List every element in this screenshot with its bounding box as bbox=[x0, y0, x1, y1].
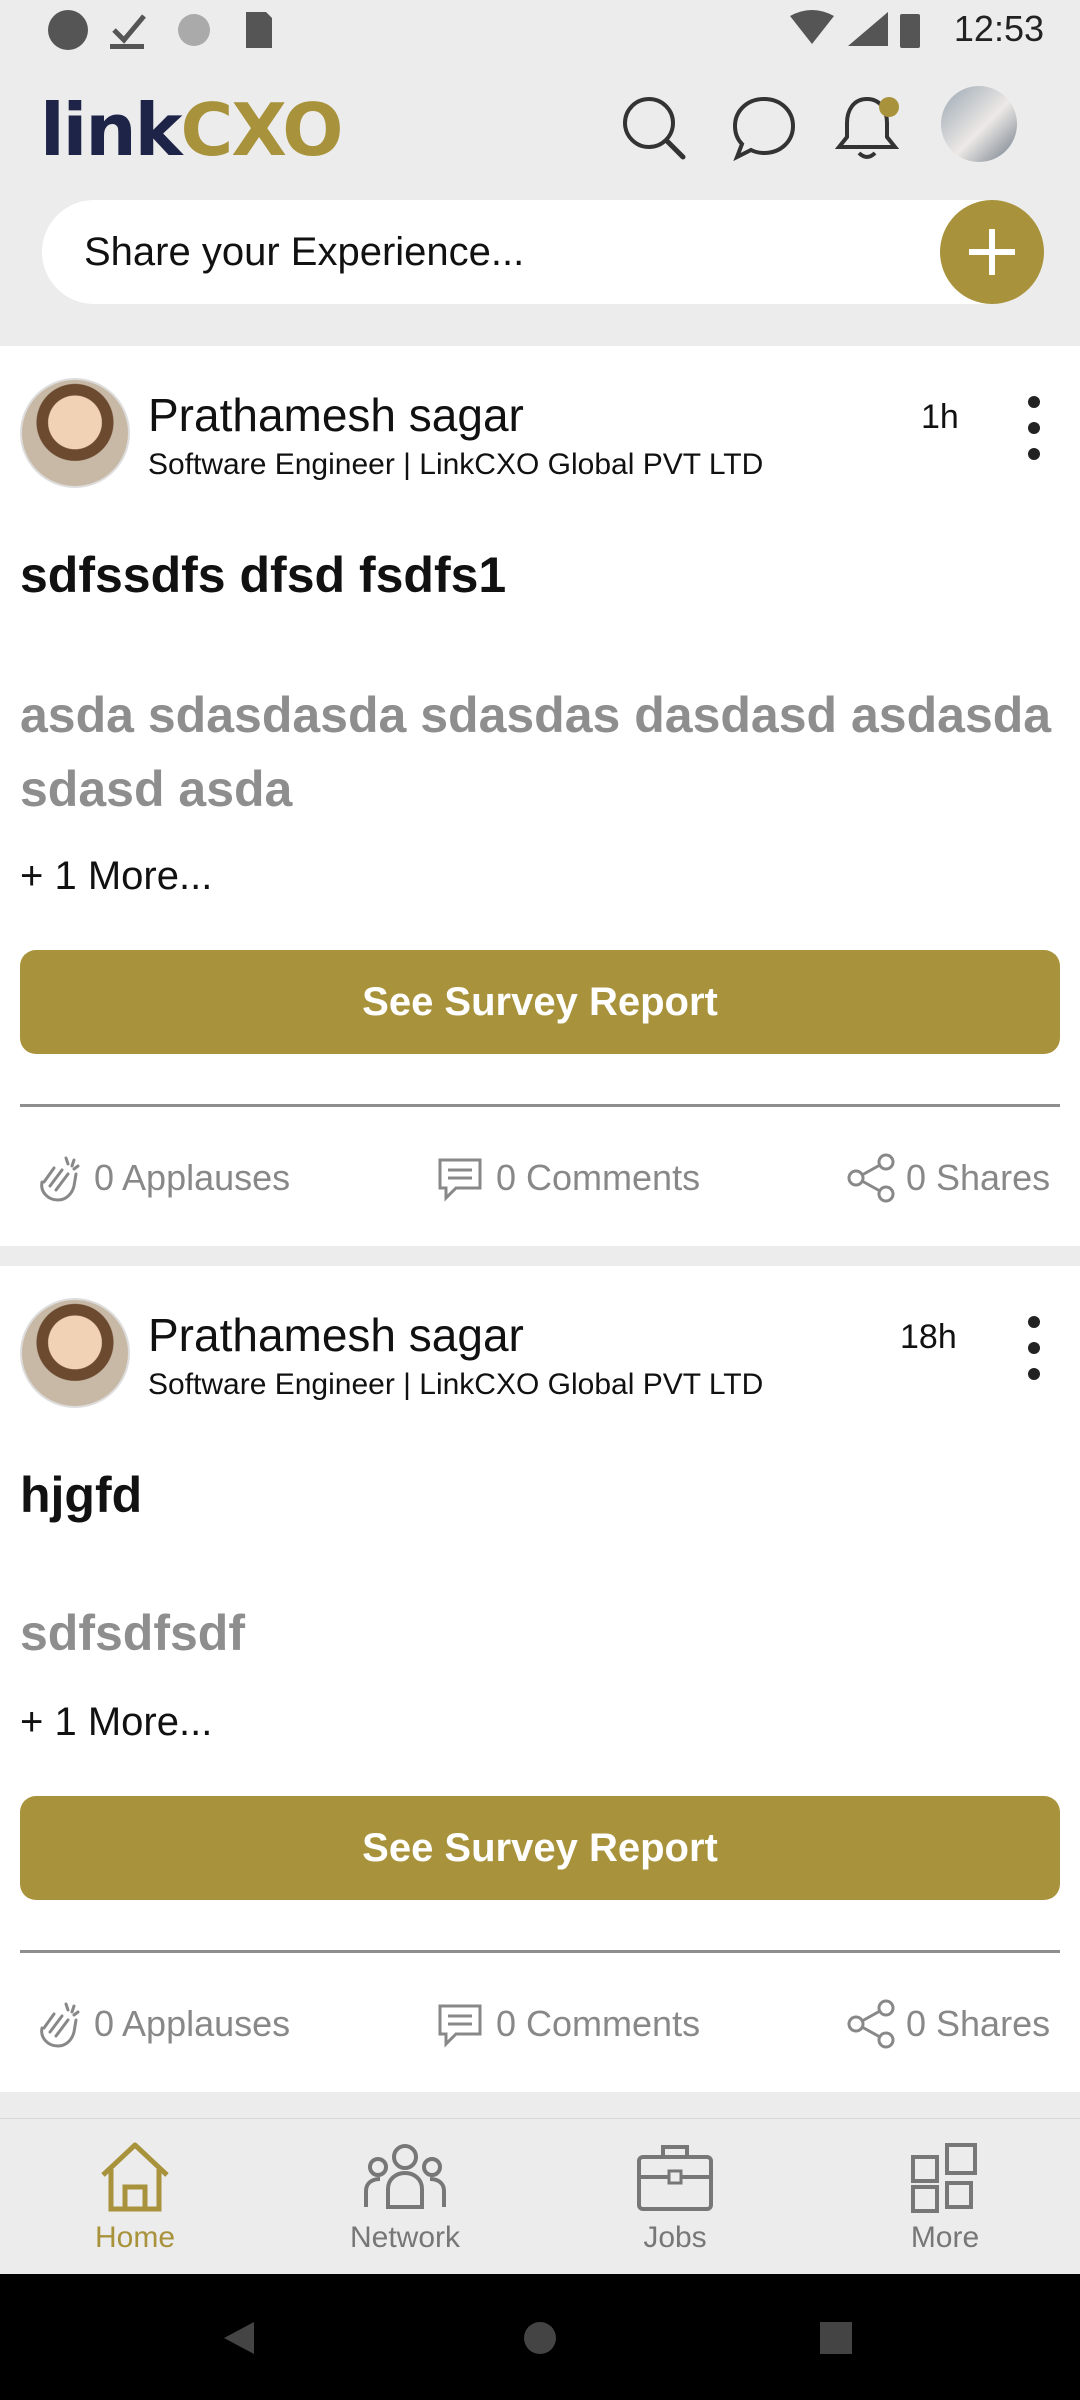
nav-home-label: Home bbox=[94, 2221, 176, 2254]
grid-icon bbox=[911, 2143, 977, 2213]
profile-avatar[interactable] bbox=[941, 86, 1017, 162]
nav-jobs[interactable]: Jobs bbox=[575, 2137, 775, 2267]
divider bbox=[20, 1950, 1060, 1953]
share-experience-input[interactable]: Share your Experience... bbox=[42, 200, 1044, 304]
bell-icon bbox=[834, 96, 900, 159]
divider bbox=[20, 1104, 1060, 1107]
more-options-link[interactable]: + 1 More... bbox=[20, 1700, 212, 1745]
comment-icon bbox=[438, 1158, 482, 1202]
share-button[interactable]: 0 Shares bbox=[846, 1152, 1050, 1204]
applause-count: 0 Applauses bbox=[94, 1157, 291, 1198]
share-count: 0 Shares bbox=[906, 1157, 1051, 1198]
signal-icons bbox=[790, 10, 920, 48]
applause-count: 0 Applauses bbox=[94, 2003, 291, 2044]
post-body: asda sdasdasda sdasdas dasdasd asdasda s… bbox=[20, 687, 1052, 817]
comment-button[interactable]: 0 Comments bbox=[434, 1152, 700, 1204]
share-button[interactable]: 0 Shares bbox=[846, 1998, 1050, 2050]
logo-text-cxo: CXO bbox=[180, 88, 344, 172]
comment-count: 0 Comments bbox=[496, 1157, 701, 1198]
linkcxo-logo[interactable]: linkCXO bbox=[40, 88, 344, 172]
clap-icon bbox=[40, 2002, 80, 2048]
share-icon bbox=[847, 1153, 895, 1203]
status-time: 12:53 bbox=[953, 8, 1044, 49]
post-time: 1h bbox=[921, 398, 959, 436]
author-avatar[interactable] bbox=[20, 1298, 130, 1408]
share-icon bbox=[847, 1999, 895, 2049]
see-survey-report-button[interactable]: See Survey Report bbox=[20, 1796, 1060, 1900]
applause-button[interactable]: 0 Applauses bbox=[32, 1998, 290, 2050]
comment-button[interactable]: 0 Comments bbox=[434, 1998, 700, 2050]
search-button[interactable] bbox=[612, 86, 696, 170]
post-card: Prathamesh sagar Software Engineer | Lin… bbox=[0, 346, 1080, 1246]
messages-button[interactable] bbox=[722, 86, 806, 170]
applause-button[interactable]: 0 Applauses bbox=[32, 1152, 290, 1204]
post-title: hjgfd bbox=[20, 1467, 143, 1523]
post-title: sdfssdfs dfsd fsdfs1 bbox=[20, 547, 507, 603]
nav-home[interactable]: Home bbox=[35, 2137, 235, 2267]
nav-network[interactable]: Network bbox=[305, 2137, 505, 2267]
notifications-button[interactable] bbox=[826, 86, 910, 170]
post-time: 18h bbox=[900, 1318, 957, 1356]
system-navigation-bar bbox=[0, 2274, 1080, 2400]
create-post-button[interactable] bbox=[940, 200, 1044, 304]
bottom-navigation: Home Network Jobs More bbox=[0, 2118, 1080, 2275]
post-card: Prathamesh sagar Software Engineer | Lin… bbox=[0, 1266, 1080, 2092]
post-menu-button[interactable] bbox=[1016, 396, 1052, 460]
comment-count: 0 Comments bbox=[496, 2003, 701, 2044]
post-body: sdfsdfsdf bbox=[20, 1605, 245, 1661]
chat-bubble-icon bbox=[732, 96, 796, 162]
search-icon bbox=[623, 97, 686, 160]
author-name[interactable]: Prathamesh sagar bbox=[148, 388, 524, 442]
nav-more-label: More bbox=[910, 2221, 980, 2254]
comment-icon bbox=[438, 2004, 482, 2048]
briefcase-icon bbox=[637, 2145, 713, 2211]
nav-more[interactable]: More bbox=[845, 2137, 1045, 2267]
status-bar: 12:53 bbox=[0, 0, 1080, 66]
share-count: 0 Shares bbox=[906, 2003, 1051, 2044]
logo-text-link: link bbox=[40, 88, 182, 172]
author-name[interactable]: Prathamesh sagar bbox=[148, 1308, 524, 1362]
author-role: Software Engineer | LinkCXO Global PVT L… bbox=[148, 1368, 764, 1401]
sd-card-icon bbox=[246, 12, 272, 48]
home-icon bbox=[101, 2142, 169, 2212]
back-icon[interactable] bbox=[222, 2320, 256, 2356]
clap-icon bbox=[40, 1156, 80, 1202]
post-menu-button[interactable] bbox=[1016, 1316, 1052, 1380]
recents-icon[interactable] bbox=[820, 2322, 852, 2354]
network-icon bbox=[364, 2144, 446, 2209]
plus-icon bbox=[969, 229, 1015, 275]
author-role: Software Engineer | LinkCXO Global PVT L… bbox=[148, 448, 764, 481]
nav-network-label: Network bbox=[349, 2221, 461, 2254]
author-avatar[interactable] bbox=[20, 378, 130, 488]
home-circle-icon[interactable] bbox=[522, 2320, 558, 2356]
see-survey-report-button[interactable]: See Survey Report bbox=[20, 950, 1060, 1054]
app-header: linkCXO Share your Experience... bbox=[0, 66, 1080, 346]
share-placeholder: Share your Experience... bbox=[84, 230, 525, 274]
nav-jobs-label: Jobs bbox=[643, 2221, 707, 2254]
more-options-link[interactable]: + 1 More... bbox=[20, 854, 212, 899]
status-notification-icons bbox=[48, 10, 210, 50]
